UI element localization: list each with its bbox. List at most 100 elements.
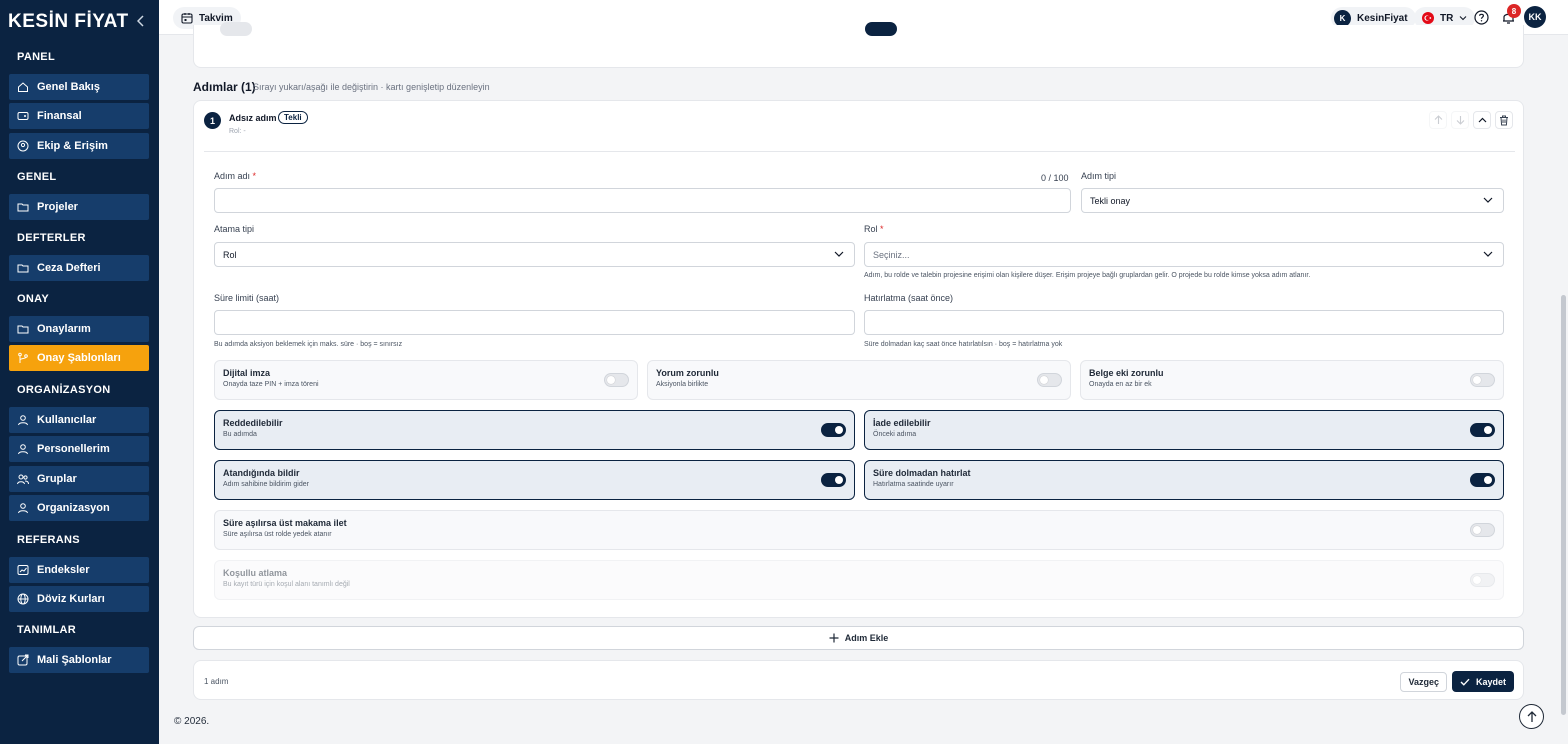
move-down-button[interactable] [1451,111,1469,129]
trash-icon [1500,115,1508,125]
add-step-button[interactable]: Adım Ekle [193,626,1524,650]
sidebar-item-label: Organizasyon [37,502,110,514]
sidebar-item-label: Kullanıcılar [37,414,97,426]
user-avatar[interactable]: KK [1524,6,1546,28]
option-subtitle: Aksiyonla birlikte [656,381,709,388]
rejectable-toggle[interactable] [821,423,846,437]
page-scrollbar[interactable] [1561,295,1566,715]
step-type-tag: Tekli [278,111,308,124]
sidebar-item-label: Personellerim [37,443,110,455]
steps-subtitle: Sırayı yukarı/aşağı ile değiştirin · kar… [253,82,490,92]
option-remind-before-due[interactable]: Süre dolmadan hatırlat Hatırlatma saatin… [864,460,1504,500]
sidebar-item-label: Döviz Kurları [37,593,105,605]
digital-signature-toggle[interactable] [604,373,629,387]
settings-toggle-off[interactable] [220,22,252,36]
option-comment-required[interactable]: Yorum zorunlu Aksiyonla birlikte [647,360,1071,400]
sidebar-item-onay-sablonlari[interactable]: Onay Şablonları [9,345,149,371]
option-digital-signature[interactable]: Dijital imza Onayda taze PIN + imza töre… [214,360,638,400]
option-title: Dijital imza [223,368,271,378]
assign-type-value: Rol [223,249,237,260]
option-title: Atandığında bildir [223,468,300,478]
users-icon [17,474,29,485]
step-number: 1 [204,112,221,129]
escalate-toggle[interactable] [1470,523,1495,537]
divider [204,151,1515,152]
option-subtitle: Süre aşılırsa üst rolde yedek atanır [223,531,332,538]
remind-before-due-toggle[interactable] [1470,473,1495,487]
help-icon[interactable] [1473,9,1489,25]
sidebar-item-projeler[interactable]: Projeler [9,194,149,220]
save-button[interactable]: Kaydet [1451,671,1514,692]
arrow-up-icon [1527,710,1536,722]
sidebar-item-endeksler[interactable]: Endeksler [9,557,149,583]
scroll-to-top-button[interactable] [1519,704,1544,729]
logo[interactable]: KESİN FİYAT [8,11,129,33]
arrow-up-icon [1434,115,1442,124]
steps-title: Adımlar (1) [193,80,256,94]
time-limit-input[interactable] [214,310,855,335]
user-icon [18,503,28,514]
cancel-button[interactable]: Vazgeç [1400,672,1447,692]
returnable-toggle[interactable] [1470,423,1495,437]
section-genel: GENEL [17,171,57,183]
collapse-sidebar-chevron-icon[interactable] [134,12,148,30]
delete-step-button[interactable] [1495,111,1513,129]
attachment-required-toggle[interactable] [1470,373,1495,387]
role-select[interactable]: Seçiniz... [864,242,1504,267]
step-name-input[interactable] [214,188,1071,213]
sidebar-item-label: Projeler [37,201,78,213]
sidebar-item-label: Genel Bakış [37,81,100,93]
option-subtitle: Hatırlatma saatinde uyarır [873,481,954,488]
chevron-down-icon [834,251,844,257]
check-icon [1460,678,1470,686]
sidebar-item-mali-sablonlar[interactable]: Mali Şablonlar [9,647,149,673]
option-title: Süre aşılırsa üst makama ilet [223,518,347,528]
option-attachment-required[interactable]: Belge eki zorunlu Onayda en az bir ek [1080,360,1504,400]
sidebar-item-ceza-defteri[interactable]: Ceza Defteri [9,255,149,281]
sidebar-item-finansal[interactable]: Finansal [9,103,149,129]
move-up-button[interactable] [1429,111,1447,129]
step-name-label: Adım adı * [214,171,257,181]
reminder-input[interactable] [864,310,1504,335]
globe-icon [17,593,29,605]
option-title: Süre dolmadan hatırlat [873,468,971,478]
notify-on-assign-toggle[interactable] [821,473,846,487]
branch-icon [18,352,28,363]
option-notify-on-assign[interactable]: Atandığında bildir Adım sahibine bildiri… [214,460,855,500]
sidebar-item-genel-bakis[interactable]: Genel Bakış [9,74,149,100]
option-returnable[interactable]: İade edilebilir Önceki adıma [864,410,1504,450]
option-subtitle: Onayda en az bir ek [1089,381,1152,388]
sidebar-item-ekip-erisim[interactable]: Ekip & Erişim [9,133,149,159]
role-placeholder: Seçiniz... [873,249,910,260]
step-type-select[interactable]: Tekli onay [1081,188,1504,213]
settings-toggle-on[interactable] [865,22,897,36]
sidebar-item-doviz-kurlari[interactable]: Döviz Kurları [9,586,149,612]
account-avatar: K [1334,9,1351,27]
collapse-step-button[interactable] [1473,111,1491,129]
sidebar-item-organizasyon[interactable]: Organizasyon [9,495,149,521]
folder-icon [17,325,29,334]
home-icon [18,82,28,92]
sidebar-item-label: Onaylarım [37,323,91,335]
sidebar-item-kullanicilar[interactable]: Kullanıcılar [9,407,149,433]
option-title: Belge eki zorunlu [1089,368,1164,378]
option-rejectable[interactable]: Reddedilebilir Bu adımda [214,410,855,450]
option-escalate[interactable]: Süre aşılırsa üst makama ilet Süre aşılı… [214,510,1504,550]
step-count: 1 adım [204,677,229,686]
sidebar-item-onaylarim[interactable]: Onaylarım [9,316,149,342]
assign-type-select[interactable]: Rol [214,242,855,267]
chevron-down-icon [1483,197,1493,203]
comment-required-toggle[interactable] [1037,373,1062,387]
step-name-counter: 0 / 100 [1041,173,1069,183]
notification-count-badge: 8 [1507,4,1521,18]
account-name: KesinFiyat [1357,12,1408,24]
team-icon [17,140,29,152]
sidebar-item-label: Finansal [37,110,82,122]
option-subtitle: Bu kayıt türü için koşul alanı tanımlı d… [223,581,350,588]
sidebar-item-label: Endeksler [37,564,90,576]
folder-icon [17,264,29,273]
conditional-skip-toggle [1470,573,1495,587]
sidebar-item-gruplar[interactable]: Gruplar [9,466,149,492]
sidebar-item-personellerim[interactable]: Personellerim [9,436,149,462]
role-helper: Adım, bu rolde ve talebin projesine eriş… [864,272,1311,279]
